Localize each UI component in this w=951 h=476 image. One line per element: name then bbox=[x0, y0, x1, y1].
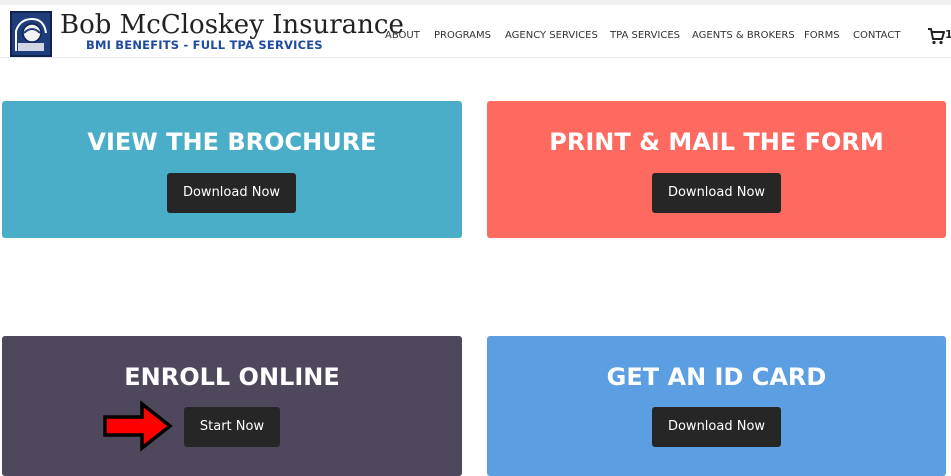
nav-about[interactable]: ABOUT bbox=[385, 29, 420, 43]
print-form-download-button[interactable]: Download Now bbox=[652, 173, 781, 213]
nav-agents-brokers[interactable]: AGENTS & BROKERS bbox=[692, 29, 795, 43]
site-header: Bob McCloskey Insurance BMI BENEFITS - F… bbox=[0, 5, 951, 58]
id-card-card: GET AN ID CARD Download Now bbox=[487, 336, 946, 476]
enroll-title: ENROLL ONLINE bbox=[124, 363, 340, 391]
brochure-card: VIEW THE BROCHURE Download Now bbox=[2, 101, 462, 238]
print-form-title: PRINT & MAIL THE FORM bbox=[549, 128, 884, 156]
nav-agency-services[interactable]: AGENCY SERVICES bbox=[505, 29, 598, 43]
main-nav: ABOUT PROGRAMS AGENCY SERVICES TPA SERVI… bbox=[0, 29, 951, 43]
enroll-card: ENROLL ONLINE Start Now bbox=[2, 336, 462, 476]
cart-count: 1 bbox=[945, 28, 951, 41]
red-arrow-icon bbox=[103, 400, 173, 452]
nav-programs[interactable]: PROGRAMS bbox=[434, 29, 491, 43]
brochure-title: VIEW THE BROCHURE bbox=[87, 128, 377, 156]
id-card-title: GET AN ID CARD bbox=[606, 363, 827, 391]
nav-contact[interactable]: CONTACT bbox=[853, 29, 900, 43]
id-card-download-button[interactable]: Download Now bbox=[652, 407, 781, 447]
print-form-card: PRINT & MAIL THE FORM Download Now bbox=[487, 101, 946, 238]
enroll-start-button[interactable]: Start Now bbox=[184, 407, 280, 447]
nav-tpa-services[interactable]: TPA SERVICES bbox=[610, 29, 680, 43]
brochure-download-button[interactable]: Download Now bbox=[167, 173, 296, 213]
nav-forms[interactable]: FORMS bbox=[804, 29, 840, 43]
